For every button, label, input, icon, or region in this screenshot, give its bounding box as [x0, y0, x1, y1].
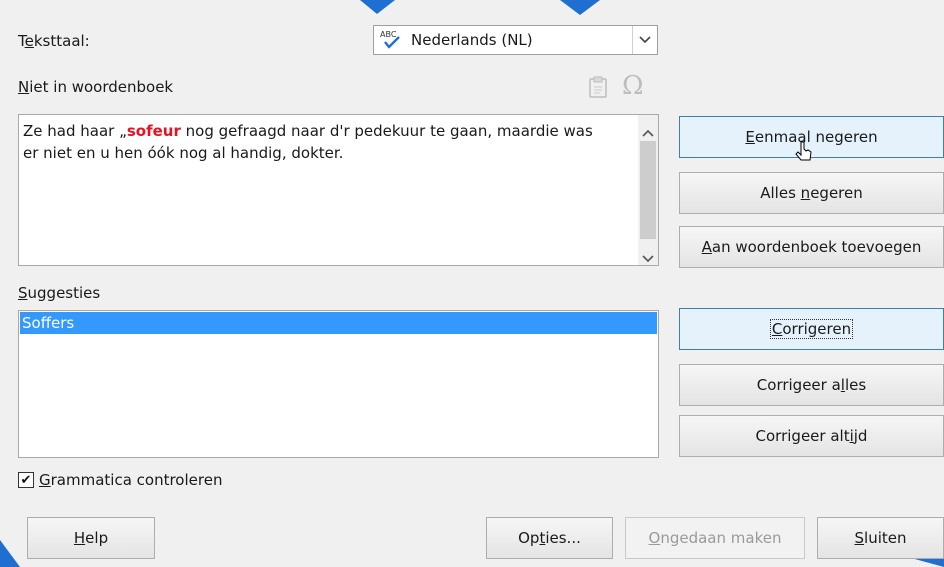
- check-grammar-checkbox[interactable]: ✔: [18, 472, 34, 488]
- check-grammar-label[interactable]: Grammatica controleren: [39, 471, 222, 489]
- suggestion-item[interactable]: Soffers: [20, 312, 657, 334]
- autocorrect-button[interactable]: Corrigeer altijd: [679, 415, 944, 457]
- checkbox-check-icon: ✔: [20, 472, 32, 488]
- mouse-cursor-icon: [795, 140, 813, 168]
- omega-special-char-icon[interactable]: Ω: [622, 71, 644, 101]
- textarea-scrollbar[interactable]: [638, 115, 658, 265]
- language-label: Teksttaal:: [18, 32, 90, 50]
- not-in-dictionary-label: Niet in woordenboek: [18, 78, 174, 96]
- scroll-down-icon[interactable]: [642, 249, 654, 267]
- correct-all-button[interactable]: Corrigeer alles: [679, 364, 944, 406]
- scroll-up-icon[interactable]: [642, 123, 654, 141]
- dropdown-chevron-icon[interactable]: [632, 26, 657, 54]
- spellcheck-abc-icon: ABC: [379, 29, 405, 51]
- undo-button[interactable]: Ongedaan maken: [625, 517, 805, 559]
- spelling-grammar-dialog: Teksttaal: ABC Nederlands (NL) Niet in w…: [0, 0, 944, 567]
- language-select[interactable]: ABC Nederlands (NL): [373, 25, 658, 55]
- options-button[interactable]: Opties...: [486, 517, 613, 559]
- svg-text:ABC: ABC: [380, 30, 397, 39]
- paste-icon[interactable]: [587, 75, 609, 99]
- correct-button[interactable]: Corrigeren: [679, 308, 944, 350]
- not-in-dictionary-textarea[interactable]: Ze had haar „sofeur nog gefraagd naar d'…: [18, 114, 659, 266]
- language-value: Nederlands (NL): [411, 31, 533, 49]
- suggestions-list[interactable]: Soffers: [18, 310, 659, 458]
- add-to-dictionary-button[interactable]: Aan woordenboek toevoegen: [679, 226, 944, 268]
- misspelled-word: sofeur: [126, 122, 181, 140]
- scroll-thumb[interactable]: [640, 141, 656, 239]
- ignore-all-button[interactable]: Alles negeren: [679, 172, 944, 214]
- close-button[interactable]: Sluiten: [817, 517, 944, 559]
- sentence-text: Ze had haar „sofeur nog gefraagd naar d'…: [23, 122, 593, 162]
- help-button[interactable]: Help: [27, 517, 155, 559]
- suggestions-label: Suggesties: [18, 284, 101, 302]
